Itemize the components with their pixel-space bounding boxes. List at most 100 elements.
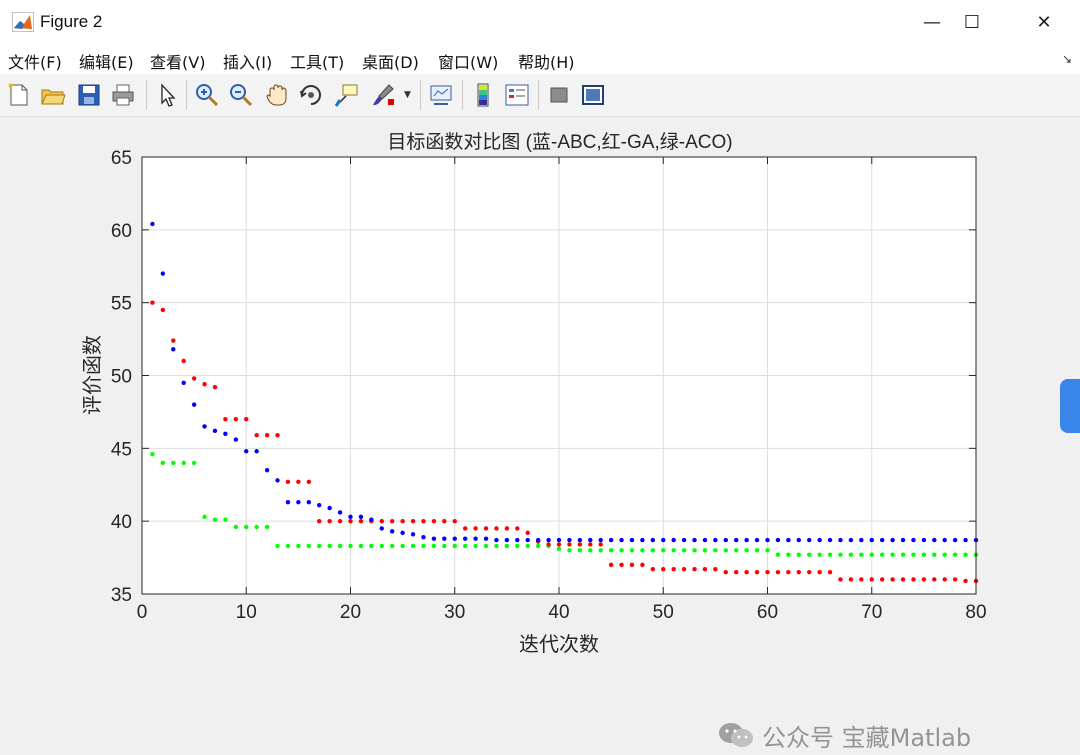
y-tick-label: 60 [111,221,132,242]
save-icon[interactable] [76,82,102,108]
data-point [619,548,624,553]
y-tick-label: 65 [111,148,132,169]
data-point [494,543,499,549]
data-point [306,500,311,505]
minimize-icon: — [923,11,941,33]
data-point [713,567,718,572]
colorbar-icon[interactable] [470,82,496,108]
close-button[interactable]: ✕ [1014,0,1074,44]
data-point [921,552,927,557]
watermark-text: 公众号 宝藏Matlab [762,723,972,752]
data-point [358,518,364,524]
data-point [337,518,343,524]
new-figure-icon[interactable] [6,82,32,108]
data-point [869,552,874,557]
data-point [807,537,812,543]
data-point [754,537,760,543]
pan-hand-icon[interactable] [264,82,290,108]
data-point [671,567,676,572]
data-point [661,567,666,572]
hide-plot-tools-icon[interactable] [546,82,572,108]
maximize-button[interactable]: ☐ [942,0,1002,44]
data-point [285,479,291,485]
data-point [765,569,770,575]
menu-insert[interactable]: 插入(I) [223,49,272,73]
show-plot-tools-icon[interactable] [580,82,606,108]
y-tick-label: 40 [111,512,132,533]
data-point [327,543,332,549]
data-point [473,543,478,549]
x-axis-label: 迭代次数 [519,633,599,656]
data-point [765,537,770,543]
data-point [535,537,541,543]
data-point [317,518,322,524]
data-point [452,536,457,541]
chevron-down-icon[interactable]: ▼ [404,90,411,100]
menu-tools[interactable]: 工具(T) [290,49,344,73]
x-tick-label: 70 [861,602,882,623]
data-point [348,514,353,519]
dock-figure-icon[interactable]: ↘ [1062,52,1072,66]
data-point [410,532,416,537]
data-point [775,552,781,557]
data-point [494,537,499,543]
zoom-out-icon[interactable] [228,82,254,108]
data-point [317,502,322,508]
data-point [212,517,218,522]
data-point [285,500,291,505]
menu-file[interactable]: 文件(F) [8,49,62,73]
open-file-icon[interactable] [40,82,66,108]
data-cursor-icon[interactable] [334,82,360,108]
data-point [786,569,791,575]
y-tick-label: 55 [111,294,132,315]
y-axis-label: 评价函数 [81,335,104,415]
brush-icon[interactable] [370,82,396,108]
pointer-icon[interactable] [154,82,180,108]
data-point [952,577,958,582]
x-tick-label: 80 [965,602,986,623]
y-tick-label: 50 [111,367,132,388]
data-point [848,537,854,543]
data-point [452,518,457,524]
data-point [191,460,197,466]
data-point [671,548,676,553]
data-point [681,537,687,543]
link-plot-icon[interactable] [428,82,454,108]
data-point [296,479,301,485]
data-point [212,428,218,434]
menu-help[interactable]: 帮助(H) [518,49,575,73]
menu-view[interactable]: 查看(V) [150,49,205,73]
zoom-in-icon[interactable] [194,82,220,108]
x-tick-label: 0 [137,602,148,623]
toolbar-separator [186,80,187,110]
toolbar-separator [420,80,421,110]
data-point [223,517,228,522]
data-point [337,543,343,549]
data-point [932,552,937,557]
data-point [765,548,770,553]
data-point [786,552,791,557]
data-point [754,569,760,575]
data-point [400,543,405,549]
rotate-3d-icon[interactable] [298,82,324,108]
print-icon[interactable] [110,82,136,108]
menu-edit[interactable]: 编辑(E) [79,49,134,73]
menu-desktop[interactable]: 桌面(D) [362,49,419,73]
figure-area: 0 10 20 30 40 50 60 70 80 35 40 45 50 55 60 65 目标函数对比图 … [0,117,1080,752]
menu-window[interactable]: 窗口(W) [438,49,498,73]
data-point [202,424,207,429]
x-tick-label: 10 [236,602,257,623]
data-point [577,548,583,553]
data-point [233,417,239,422]
side-expand-tab[interactable] [1060,379,1080,433]
x-tick-label: 20 [340,602,361,623]
legend-icon[interactable] [504,82,530,108]
data-point [462,526,468,531]
data-point [932,537,937,543]
data-point [473,536,478,541]
data-point [504,526,510,531]
data-point [921,577,927,582]
data-point [702,548,708,553]
data-point [191,402,197,407]
chart-canvas[interactable]: 0 10 20 30 40 50 60 70 80 35 40 45 50 55 60 65 目标函数对比图 … [0,117,1080,660]
